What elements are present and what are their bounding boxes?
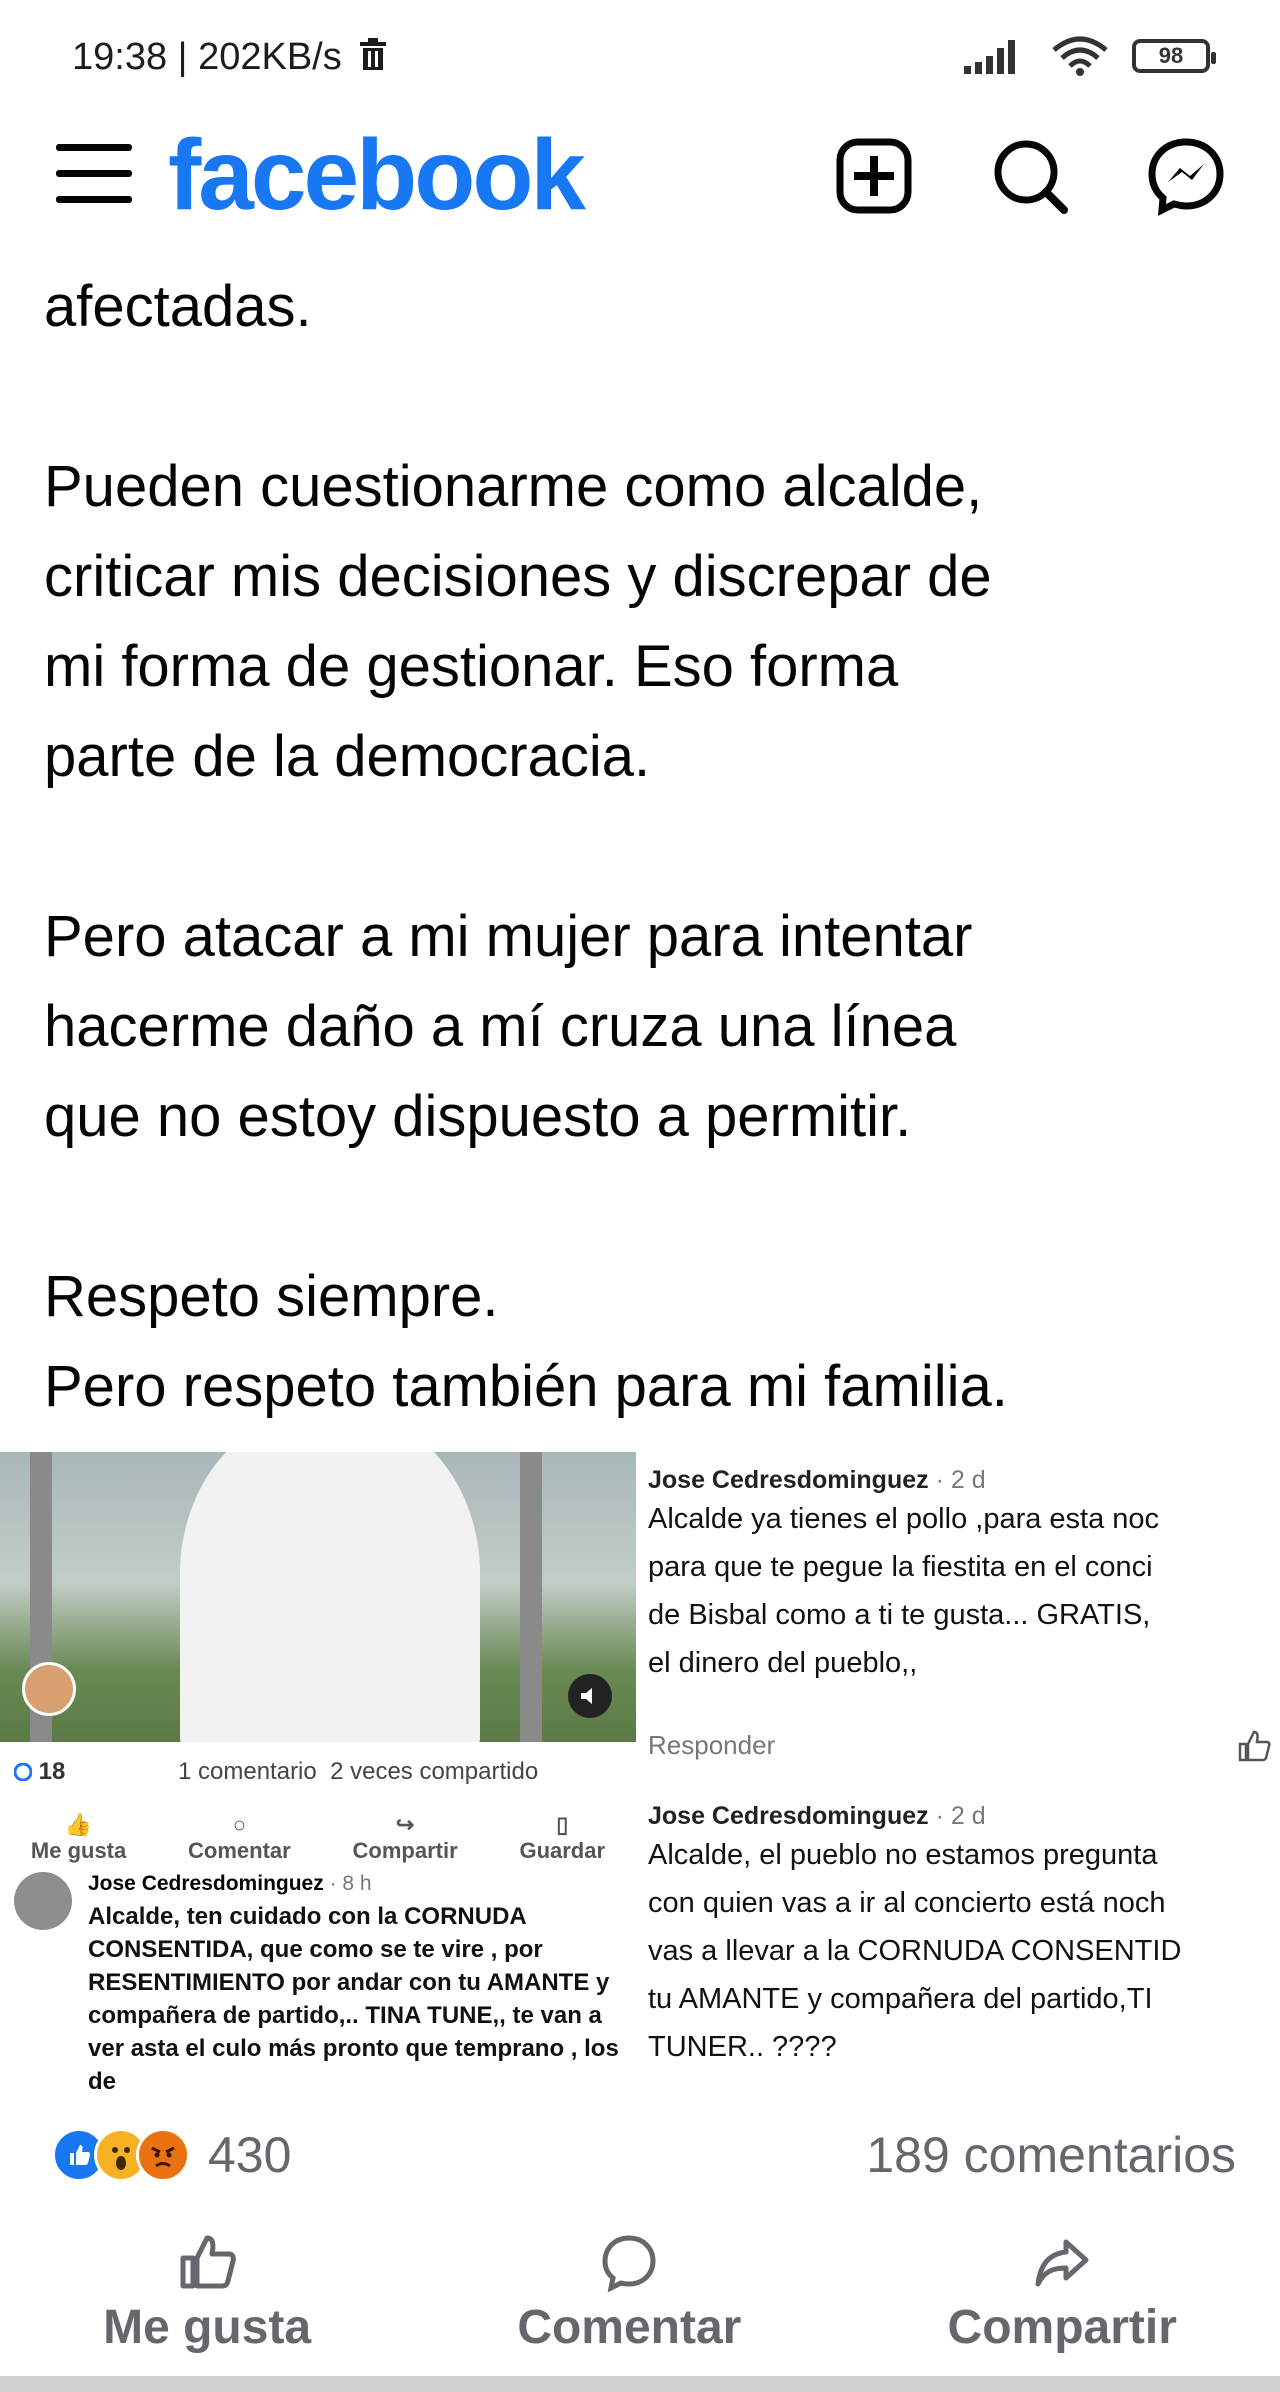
embedded-stats: 18 1 comentario 2 veces compartido	[13, 1758, 624, 1786]
post-line: mi forma de gestionar. Eso forma	[44, 634, 899, 699]
comment-icon: ○	[232, 1812, 247, 1837]
comment-line: tu AMANTE y compañera del partido,TI	[648, 1983, 1153, 2015]
share-button[interactable]: Compartir	[948, 2232, 1177, 2392]
embedded-save-button[interactable]: ▯ Guardar	[519, 1812, 605, 1864]
author-name: Jose Cedresdominguez	[648, 1466, 929, 1494]
embedded-action-bar: 👍 Me gusta ○ Comentar ↪ Compartir ▯ Guardar	[0, 1812, 636, 1864]
label: Comentar	[188, 1838, 291, 1863]
thumb-icon: 👍	[64, 1812, 93, 1837]
comment-button[interactable]: Comentar	[517, 2232, 741, 2392]
like-button[interactable]: Me gusta	[103, 2232, 311, 2392]
signal-icon	[964, 40, 1015, 74]
embedded-comments-column: Jose Cedresdominguez · 2 d Alcalde ya ti…	[648, 1452, 1280, 2092]
create-post-icon[interactable]	[834, 136, 914, 216]
hamburger-menu-icon[interactable]	[56, 140, 132, 206]
comment-text: Alcalde, ten cuidado con la CORNUDA CONS…	[88, 1903, 619, 2092]
label: Compartir	[352, 1838, 458, 1863]
embedded-photo	[0, 1452, 636, 1742]
bookmark-icon: ▯	[556, 1812, 569, 1837]
reply-link[interactable]: Responder	[648, 1730, 775, 1761]
post-paragraph-3: Pero atacar a mi mujer para intentar hac…	[44, 892, 1254, 1162]
wifi-icon	[1052, 36, 1108, 76]
embedded-comment-share-stats: 1 comentario 2 veces compartido	[178, 1758, 539, 1785]
avatar	[14, 1872, 72, 1930]
facebook-logo[interactable]: facebook	[168, 120, 586, 230]
post-line: que no estoy dispuesto a permitir.	[44, 1084, 912, 1149]
search-icon[interactable]	[990, 136, 1070, 216]
like-label: Me gusta	[103, 2301, 312, 2354]
mute-icon[interactable]	[568, 1674, 612, 1718]
status-bar: 19:38 | 202KB/s 98	[0, 0, 1280, 120]
comment-line: vas a llevar a la CORNUDA CONSENTID	[648, 1935, 1182, 1967]
post-line: afectadas.	[44, 274, 312, 339]
battery-level: 98	[1158, 43, 1184, 68]
person-figure	[180, 1452, 480, 1742]
share-icon: ↪	[395, 1812, 415, 1837]
swing-chain-right	[520, 1452, 542, 1742]
author-name: Jose Cedresdominguez	[648, 1802, 929, 1830]
post-line: Pero atacar a mi mujer para intentar	[44, 904, 973, 969]
nav-divider	[0, 2376, 1280, 2392]
post-paragraph-2: Pueden cuestionarme como alcalde, critic…	[44, 442, 1254, 802]
post-body: afectadas. Pueden cuestionarme como alca…	[44, 262, 1254, 1432]
like-icon[interactable]	[1236, 1728, 1272, 1764]
comment-line: con quien vas a ir al concierto está noc…	[648, 1887, 1166, 1919]
embedded-reaction-count: 18	[38, 1758, 66, 1785]
reactions-summary[interactable]: 430	[52, 2126, 291, 2184]
comment-line: Alcalde, el pueblo no estamos pregunta	[648, 1839, 1158, 1871]
share-label: Compartir	[947, 2301, 1177, 2354]
share-arrow-icon	[1035, 2239, 1089, 2287]
messenger-icon[interactable]	[1146, 136, 1226, 216]
post-line: Pueden cuestionarme como alcalde,	[44, 454, 983, 519]
post-line: Pero respeto también para mi familia.	[44, 1354, 1008, 1419]
status-time-text: 19:38 | 202KB/s	[72, 36, 342, 78]
comment-line: TUNER.. ????	[648, 2031, 837, 2063]
post-line: hacerme daño a mí cruza una línea	[44, 994, 957, 1059]
reaction-count: 430	[208, 2127, 292, 2183]
post-paragraph-1: afectadas.	[44, 262, 1254, 352]
comment-time: · 2 d	[935, 1466, 986, 1494]
label: Me gusta	[30, 1838, 127, 1863]
post-image-collage[interactable]: 18 1 comentario 2 veces compartido 👍 Me g…	[0, 1452, 1280, 2092]
comment-author: Jose Cedresdominguez · 8 h	[88, 1872, 372, 1896]
angry-reaction-icon	[136, 2128, 190, 2182]
comment-label: Comentar	[517, 2301, 742, 2354]
comment-line: para que te pegue la fiestita en el conc…	[648, 1551, 1153, 1583]
post-line: criticar mis decisiones y discrepar de	[44, 544, 992, 609]
comment-author: Jose Cedresdominguez · 2 d	[648, 1466, 1159, 1495]
post-action-bar: Me gusta Comentar Compartir	[0, 2232, 1280, 2392]
label: Guardar	[519, 1838, 606, 1863]
comment-line: el dinero del pueblo,,	[648, 1647, 918, 1679]
avatar	[22, 1662, 76, 1716]
trash-icon	[360, 38, 387, 70]
post-paragraph-4: Respeto siempre. Pero respeto también pa…	[44, 1252, 1254, 1432]
status-icons: 98	[964, 36, 1216, 76]
comment-author: Jose Cedresdominguez · 2 d	[648, 1802, 1181, 1831]
author-name: Jose Cedresdominguez	[88, 1872, 324, 1895]
embedded-share-button[interactable]: ↪ Compartir	[353, 1812, 458, 1864]
comment-time: · 2 d	[935, 1802, 986, 1830]
comment-count[interactable]: 189 comentarios	[866, 2126, 1236, 2184]
comment-line: de Bisbal como a ti te gusta... GRATIS,	[648, 1599, 1151, 1631]
thumbs-up-icon	[180, 2235, 236, 2289]
post-line: Respeto siempre.	[44, 1264, 499, 1329]
comment-line: Alcalde ya tienes el pollo ,para esta no…	[648, 1503, 1160, 1535]
post-line: parte de la democracia.	[44, 724, 651, 789]
embedded-like-button[interactable]: 👍 Me gusta	[31, 1812, 126, 1864]
comment-block-1: Jose Cedresdominguez · 2 d Alcalde ya ti…	[648, 1466, 1159, 1687]
comment-bubble-icon	[602, 2235, 656, 2292]
comment-block-2: Jose Cedresdominguez · 2 d Alcalde, el p…	[648, 1802, 1181, 2071]
status-time: 19:38 | 202KB/s	[72, 36, 388, 79]
battery-icon: 98	[1132, 39, 1216, 73]
like-reaction-icon	[13, 1762, 33, 1782]
comment-time: · 8 h	[329, 1872, 372, 1895]
embedded-comment-button[interactable]: ○ Comentar	[188, 1812, 291, 1864]
